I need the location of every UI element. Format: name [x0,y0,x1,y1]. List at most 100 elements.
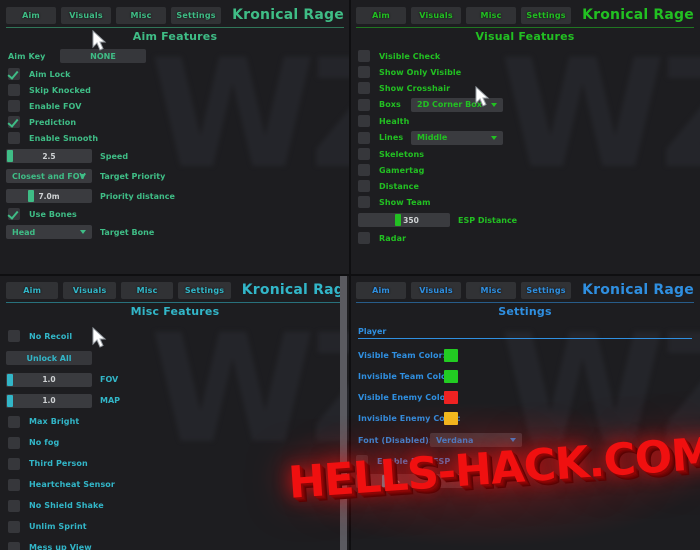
checkbox-no-fog[interactable] [8,436,20,449]
aim-key-button[interactable]: NONE [60,49,146,63]
label-health: Health [379,116,410,126]
row-mess-up-view[interactable]: Mess up View [8,537,350,550]
row-gamertag[interactable]: Gamertag [358,162,700,178]
tab-misc[interactable]: Misc [120,281,174,299]
row-prediction[interactable]: Prediction [8,114,350,130]
row-skip-knocked[interactable]: Skip Knocked [8,82,350,98]
dropdown-target-bone[interactable]: Head [6,225,92,239]
row-show-crosshair[interactable]: Show Crosshair [358,80,700,96]
aim-key-value: NONE [90,51,116,61]
checkbox-third-person[interactable] [8,457,20,470]
chevron-down-icon[interactable] [491,102,497,107]
dropdown-font-value: Verdana [436,435,474,445]
row-skeletons[interactable]: Skeletons [358,146,700,162]
checkbox-use-bones[interactable] [8,208,20,220]
chevron-down-icon[interactable] [491,135,497,140]
row-no-recoil[interactable]: No Recoil [8,325,350,347]
checkbox-unlim-sprint[interactable] [8,520,20,533]
tab-settings[interactable]: Settings [178,281,231,299]
row-max-bright[interactable]: Max Bright [8,411,350,432]
checkbox-no-recoil[interactable] [8,330,20,342]
tab-aim[interactable]: Aim [356,281,407,299]
checkbox-health[interactable] [358,115,370,127]
checkbox-show-team[interactable] [358,196,370,208]
checkbox-visible-check[interactable] [358,50,370,62]
tab-settings[interactable]: Settings [521,6,572,24]
tab-visuals[interactable]: Visuals [411,6,462,24]
row-enable-smooth[interactable]: Enable Smooth [8,130,350,146]
checkbox-aim-lock[interactable] [8,68,20,80]
checkbox-show-crosshair[interactable] [358,82,370,94]
tab-visuals[interactable]: Visuals [63,281,116,299]
tab-visuals[interactable]: Visuals [411,281,462,299]
slider-esp-distance-handle[interactable] [395,214,401,226]
checkbox-max-bright[interactable] [8,415,20,428]
checkbox-gamertag[interactable] [358,164,370,176]
slider-fov-handle[interactable] [7,373,13,386]
swatch-invisible-enemy-color[interactable] [444,412,458,425]
tab-settings[interactable]: Settings [521,281,572,299]
tabbar-aim: Aim Visuals Misc Settings Kronical Rage [6,4,344,26]
slider-speed-handle[interactable] [7,150,13,162]
row-show-only-visible[interactable]: Show Only Visible [358,64,700,80]
row-no-fog[interactable]: No fog [8,432,350,453]
checkbox-radar[interactable] [358,232,370,244]
checkbox-no-shield-shake[interactable] [8,499,20,512]
tab-misc[interactable]: Misc [466,6,517,24]
slider-map[interactable]: 1.0 [6,393,92,408]
slider-priority-distance-handle[interactable] [28,190,34,202]
chevron-down-icon[interactable] [80,174,86,178]
tab-settings[interactable]: Settings [171,6,222,24]
tab-aim[interactable]: Aim [6,281,59,299]
row-use-bones[interactable]: Use Bones [8,206,350,222]
scrollbar-track[interactable] [340,276,347,550]
label-skeletons: Skeletons [379,149,425,159]
checkbox-mess-up-view[interactable] [8,541,20,550]
slider-speed[interactable]: 2.5 [6,149,92,163]
checkbox-prediction[interactable] [8,116,20,128]
row-distance[interactable]: Distance [358,178,700,194]
checkbox-lines[interactable] [358,131,370,144]
slider-map-handle[interactable] [7,394,13,407]
label-target-priority: Target Priority [100,171,166,181]
label-enable-fov: Enable FOV [29,101,82,111]
checkbox-heartcheat-sensor[interactable] [8,478,20,491]
label-font: Font (Disabled): [358,435,433,445]
tab-aim[interactable]: Aim [6,6,57,24]
tab-aim[interactable]: Aim [356,6,407,24]
row-aim-lock[interactable]: Aim Lock [8,66,350,82]
unlock-all-button[interactable]: Unlock All [6,351,92,365]
swatch-visible-team-color[interactable] [444,349,458,362]
row-esp-distance: 350 ESP Distance [358,210,700,230]
checkbox-enable-smooth[interactable] [8,132,20,144]
row-visible-check[interactable]: Visible Check [358,48,700,64]
dropdown-lines[interactable]: Middle [411,130,503,145]
row-invisible-team-color: Invisible Team Color: [358,366,700,387]
slider-esp-distance[interactable]: 350 [358,213,450,227]
slider-priority-distance[interactable]: 7.0m [6,189,92,203]
swatch-invisible-team-color[interactable] [444,370,458,383]
checkbox-show-only-visible[interactable] [358,66,370,78]
row-show-team[interactable]: Show Team [358,194,700,210]
swatch-visible-enemy-color[interactable] [444,391,458,404]
dropdown-target-priority[interactable]: Closest and FOV [6,169,92,183]
row-unlim-sprint[interactable]: Unlim Sprint [8,516,350,537]
slider-fov-value: 1.0 [42,375,56,384]
dropdown-boxs[interactable]: 2D Corner Box [411,97,503,112]
visuals-body: Visible Check Show Only Visible Show Cro… [350,48,700,275]
chevron-down-icon[interactable] [80,230,86,234]
tab-misc[interactable]: Misc [116,6,167,24]
checkbox-enable-fov[interactable] [8,100,20,112]
panel-aim: WZ Aim Visuals Misc Settings Kronical Ra… [0,0,350,275]
label-heartcheat-sensor: Heartcheat Sensor [29,480,115,489]
tab-visuals[interactable]: Visuals [61,6,112,24]
tab-misc[interactable]: Misc [466,281,517,299]
checkbox-distance[interactable] [358,180,370,192]
checkbox-boxs[interactable] [358,98,370,111]
row-enable-fov[interactable]: Enable FOV [8,98,350,114]
row-radar[interactable]: Radar [358,230,700,246]
slider-fov[interactable]: 1.0 [6,372,92,387]
checkbox-skeletons[interactable] [358,148,370,160]
checkbox-skip-knocked[interactable] [8,84,20,96]
row-health[interactable]: Health [358,113,700,129]
